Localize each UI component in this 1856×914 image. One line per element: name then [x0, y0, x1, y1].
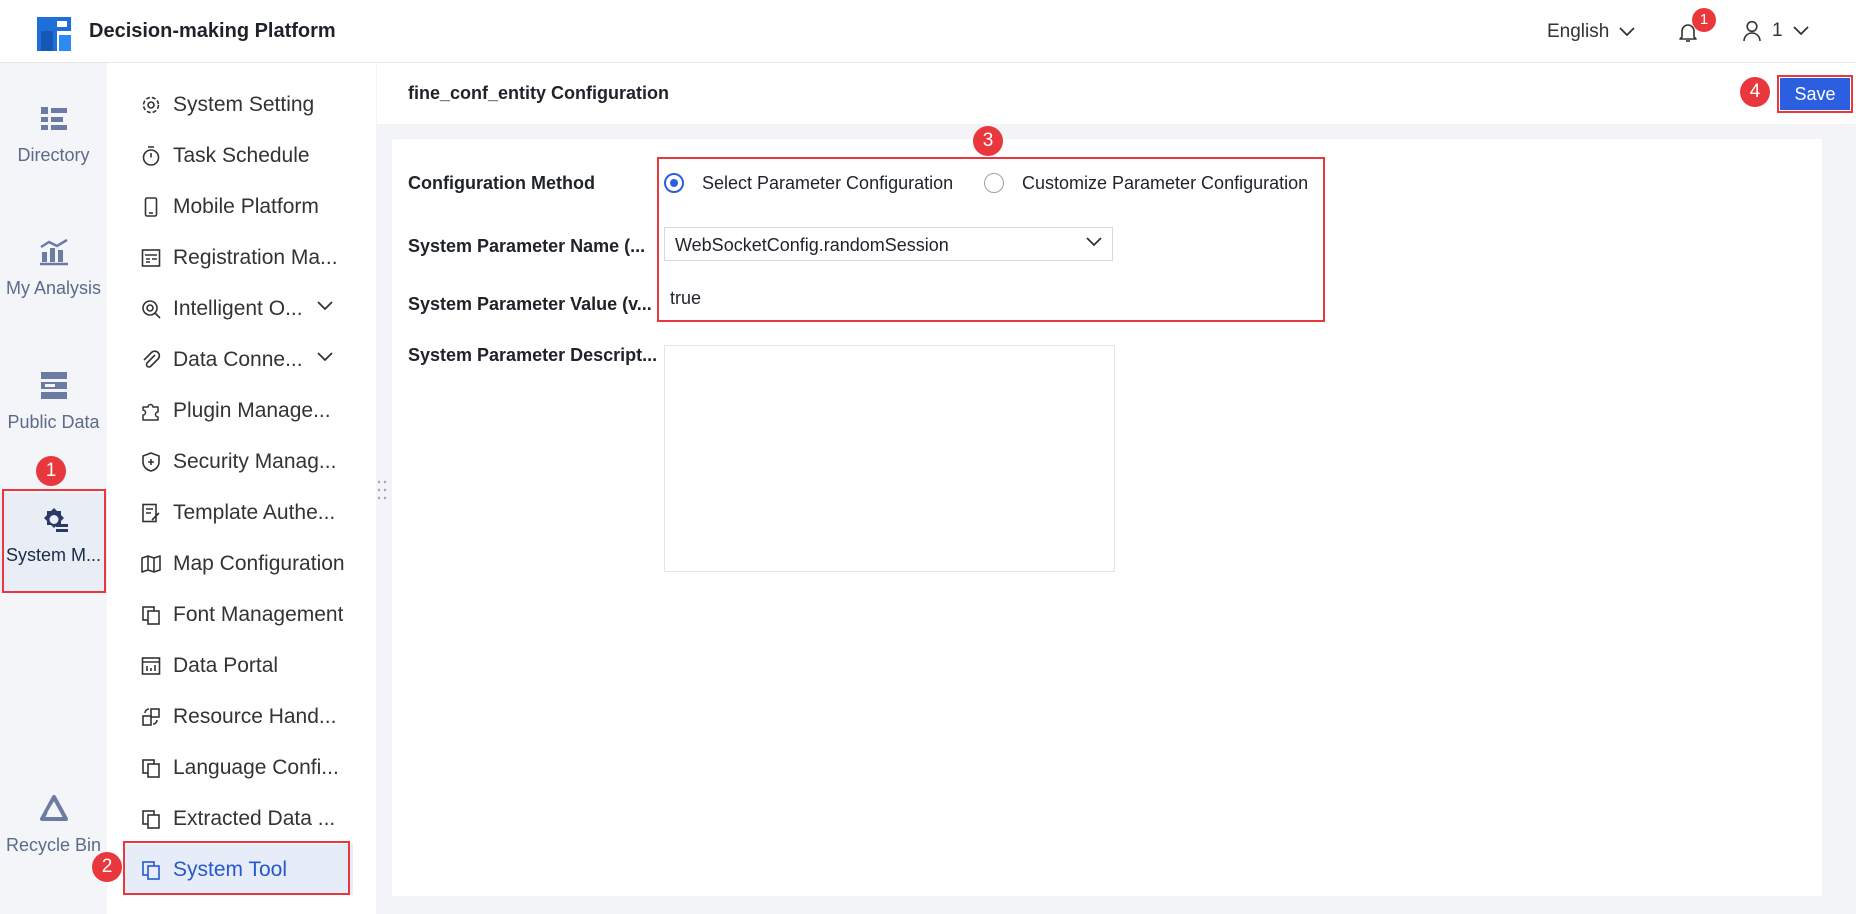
- public-data-icon: [40, 372, 67, 399]
- top-header: Decision-making Platform English 1 1: [0, 0, 1856, 63]
- stopwatch-icon: [142, 146, 160, 166]
- chevron-down-icon: [317, 301, 333, 311]
- rail-item-my-analysis[interactable]: My Analysis: [0, 238, 107, 348]
- menu-item-label: Language Confi...: [173, 756, 339, 779]
- menu-item-label: Task Schedule: [173, 144, 310, 167]
- resource-handover-icon: [142, 708, 160, 726]
- menu-item-label: Data Conne...: [173, 348, 303, 371]
- user-icon: [1743, 20, 1761, 42]
- param-value-input[interactable]: [664, 281, 1113, 315]
- menu-item-map-configuration[interactable]: Map Configuration: [107, 538, 376, 589]
- rail-label: Public Data: [7, 412, 100, 432]
- menu-item-intelligent-ops[interactable]: Intelligent O...: [107, 283, 376, 334]
- rail-item-public-data[interactable]: Public Data: [0, 370, 107, 480]
- param-description-label: System Parameter Descript...: [408, 345, 658, 365]
- paperclip-icon: [143, 350, 161, 368]
- shield-icon: [142, 452, 160, 472]
- language-selector[interactable]: English: [1547, 21, 1635, 43]
- rail-label: My Analysis: [5, 278, 102, 298]
- menu-item-data-portal[interactable]: Data Portal: [107, 640, 376, 691]
- user-menu[interactable]: 1: [1742, 20, 1809, 42]
- notification-badge: 1: [1692, 8, 1716, 32]
- intelligent-ops-icon: [142, 300, 161, 319]
- directory-icon: [40, 107, 67, 130]
- gear-icon: [142, 96, 160, 114]
- chevron-down-icon: [1619, 27, 1635, 37]
- app-logo-icon: [37, 17, 71, 51]
- radio-customize-parameter-label[interactable]: Customize Parameter Configuration: [1022, 173, 1308, 194]
- copy-document-icon: [142, 606, 160, 625]
- param-description-textarea[interactable]: [664, 345, 1115, 572]
- menu-item-resource-handover[interactable]: Resource Hand...: [107, 691, 376, 742]
- rail-item-system-management[interactable]: System M...: [0, 493, 107, 593]
- rail-label: Directory: [17, 145, 90, 165]
- document-edit-icon: [142, 503, 160, 523]
- param-name-label: System Parameter Name (...: [408, 236, 646, 256]
- menu-item-label: System Setting: [173, 93, 315, 116]
- rail-item-directory[interactable]: Directory: [0, 105, 107, 215]
- menu-item-system-setting[interactable]: System Setting: [107, 79, 376, 130]
- save-button[interactable]: Save: [1777, 75, 1853, 113]
- menu-item-label: Plugin Manage...: [173, 399, 331, 422]
- primary-nav-rail: Directory My Analysis Public Data System…: [0, 63, 107, 914]
- menu-item-data-connection[interactable]: Data Conne...: [107, 334, 376, 385]
- menu-item-font-management[interactable]: Font Management: [107, 589, 376, 640]
- app-title: Decision-making Platform: [89, 20, 336, 42]
- system-management-menu: System Setting Task Schedule Mobile Plat…: [107, 63, 376, 914]
- configuration-form: Configuration Method Select Parameter Co…: [392, 139, 1822, 896]
- registration-form-icon: [141, 249, 161, 267]
- chevron-down-icon: [1792, 26, 1809, 36]
- radio-customize-parameter[interactable]: [984, 173, 1004, 193]
- menu-item-label: System Tool: [173, 858, 287, 881]
- rail-label: Recycle Bin: [5, 835, 102, 855]
- language-label: English: [1547, 21, 1610, 42]
- menu-item-label: Template Authe...: [173, 501, 336, 524]
- menu-item-template-authentication[interactable]: Template Authe...: [107, 487, 376, 538]
- menu-item-registration-management[interactable]: Registration Ma...: [107, 232, 376, 283]
- user-name: 1: [1772, 20, 1783, 41]
- menu-item-security-management[interactable]: Security Manag...: [107, 436, 376, 487]
- radio-select-parameter-label[interactable]: Select Parameter Configuration: [702, 173, 953, 194]
- chevron-down-icon: [1086, 237, 1102, 247]
- menu-item-label: Extracted Data ...: [173, 807, 336, 830]
- chevron-down-icon: [317, 352, 333, 362]
- map-icon: [141, 555, 161, 573]
- content-header: fine_conf_entity Configuration Save: [377, 63, 1856, 124]
- copy-document-icon: [142, 759, 160, 778]
- copy-document-icon: [142, 810, 160, 829]
- menu-item-extracted-data[interactable]: Extracted Data ...: [107, 793, 376, 844]
- menu-item-label: Data Portal: [173, 654, 279, 677]
- menu-item-label: Font Management: [173, 603, 344, 626]
- menu-item-label: Security Manag...: [173, 450, 337, 473]
- menu-item-label: Intelligent O...: [173, 297, 303, 320]
- system-management-gear-icon: [43, 508, 68, 532]
- recycle-bin-icon: [39, 795, 68, 821]
- analysis-chart-icon: [39, 238, 68, 266]
- param-name-value: WebSocketConfig.randomSession: [675, 235, 949, 255]
- menu-item-language-configuration[interactable]: Language Confi...: [107, 742, 376, 793]
- menu-item-label: Resource Hand...: [173, 705, 337, 728]
- copy-document-icon: [142, 861, 160, 880]
- radio-select-parameter[interactable]: [664, 173, 684, 193]
- menu-item-task-schedule[interactable]: Task Schedule: [107, 130, 376, 181]
- panel-resize-handle[interactable]: [376, 478, 388, 502]
- menu-item-label: Mobile Platform: [173, 195, 319, 218]
- page-title: fine_conf_entity Configuration: [408, 83, 669, 103]
- param-value-label: System Parameter Value (v...: [408, 294, 652, 314]
- menu-item-system-tool[interactable]: System Tool: [123, 844, 353, 895]
- param-name-select[interactable]: WebSocketConfig.randomSession: [664, 227, 1113, 261]
- puzzle-piece-icon: [142, 403, 159, 421]
- menu-item-label: Map Configuration: [173, 552, 345, 575]
- menu-item-plugin-management[interactable]: Plugin Manage...: [107, 385, 376, 436]
- mobile-phone-icon: [144, 197, 158, 217]
- config-method-label: Configuration Method: [408, 173, 595, 193]
- rail-label: System M...: [5, 545, 101, 565]
- data-portal-icon: [141, 657, 161, 675]
- rail-item-recycle-bin[interactable]: Recycle Bin: [0, 795, 107, 905]
- menu-item-mobile-platform[interactable]: Mobile Platform: [107, 181, 376, 232]
- menu-item-label: Registration Ma...: [173, 246, 338, 269]
